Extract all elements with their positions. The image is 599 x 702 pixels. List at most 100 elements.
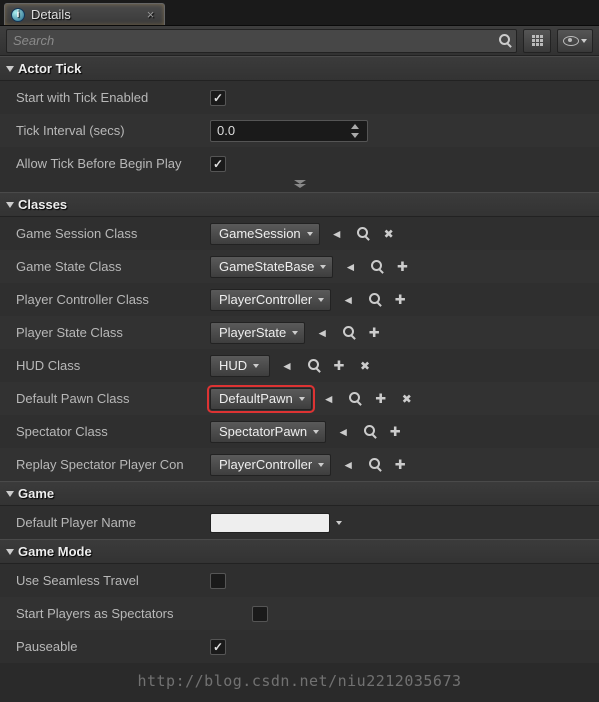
chevron-down-icon — [299, 397, 305, 401]
checkbox-allow-before-begin[interactable] — [210, 156, 226, 172]
section-header-classes[interactable]: Classes — [0, 192, 599, 217]
spinner-icon[interactable] — [351, 124, 361, 138]
row-hud: HUD Class HUD — [0, 349, 599, 382]
tab-bar: i Details × — [0, 0, 599, 26]
input-tick-interval[interactable]: 0.0 — [210, 120, 368, 142]
chevron-down-icon — [581, 39, 587, 43]
row-start-spectators: Start Players as Spectators — [0, 597, 599, 630]
reset-icon[interactable] — [334, 423, 352, 440]
section-header-actor-tick[interactable]: Actor Tick — [0, 56, 599, 81]
watermark: http://blog.csdn.net/niu2212035673 — [0, 672, 599, 690]
dropdown-player-controller[interactable]: PlayerController — [210, 289, 331, 311]
browse-icon[interactable] — [360, 423, 378, 440]
browse-icon[interactable] — [339, 324, 357, 341]
row-start-with-tick: Start with Tick Enabled — [0, 81, 599, 114]
text-dropdown-default-player-name[interactable] — [210, 513, 342, 533]
row-player-state: Player State Class PlayerState — [0, 316, 599, 349]
add-icon[interactable] — [372, 390, 390, 407]
clear-icon[interactable] — [398, 390, 416, 407]
reset-icon[interactable] — [320, 390, 338, 407]
clear-icon[interactable] — [356, 357, 374, 374]
section-body-actor-tick: Start with Tick Enabled Tick Interval (s… — [0, 81, 599, 192]
label: Pauseable — [0, 639, 208, 654]
chevron-down-icon — [313, 430, 319, 434]
collapse-icon — [6, 202, 14, 208]
expand-handle[interactable] — [0, 180, 599, 192]
reset-icon[interactable] — [339, 291, 357, 308]
view-options-button[interactable] — [557, 29, 593, 53]
reset-icon[interactable] — [313, 324, 331, 341]
matrix-view-button[interactable] — [523, 29, 551, 53]
search-input[interactable] — [13, 33, 499, 48]
eye-icon — [563, 36, 579, 46]
add-icon[interactable] — [393, 258, 411, 275]
section-body-game-mode: Use Seamless Travel Start Players as Spe… — [0, 564, 599, 663]
section-header-game[interactable]: Game — [0, 481, 599, 506]
input-default-player-name[interactable] — [210, 513, 330, 533]
chevron-down-icon — [292, 331, 298, 335]
value: HUD — [219, 358, 247, 373]
label: Default Pawn Class — [0, 391, 208, 406]
add-icon[interactable] — [391, 456, 409, 473]
section-title: Game — [18, 486, 54, 501]
value: DefaultPawn — [219, 391, 293, 406]
dropdown-hud[interactable]: HUD — [210, 355, 270, 377]
search-box[interactable] — [6, 29, 517, 53]
browse-icon[interactable] — [365, 291, 383, 308]
collapse-icon — [6, 549, 14, 555]
row-player-controller: Player Controller Class PlayerController — [0, 283, 599, 316]
chevron-down-icon[interactable] — [336, 521, 342, 525]
add-icon[interactable] — [391, 291, 409, 308]
browse-icon[interactable] — [354, 225, 372, 242]
grid-icon — [532, 35, 543, 46]
label: Use Seamless Travel — [0, 573, 208, 588]
close-icon[interactable]: × — [147, 7, 155, 22]
checkbox-start-with-tick[interactable] — [210, 90, 226, 106]
checkbox-pauseable[interactable] — [210, 639, 226, 655]
chevron-down-icon — [307, 232, 313, 236]
dropdown-replay-spectator[interactable]: PlayerController — [210, 454, 331, 476]
dropdown-game-session[interactable]: GameSession — [210, 223, 320, 245]
browse-icon[interactable] — [346, 390, 364, 407]
checkbox-seamless-travel[interactable] — [210, 573, 226, 589]
row-spectator: Spectator Class SpectatorPawn — [0, 415, 599, 448]
value: PlayerController — [219, 292, 312, 307]
add-icon[interactable] — [365, 324, 383, 341]
tab-details[interactable]: i Details × — [4, 3, 165, 25]
label: Allow Tick Before Begin Play — [0, 156, 208, 171]
reset-icon[interactable] — [341, 258, 359, 275]
value: GameStateBase — [219, 259, 314, 274]
browse-icon[interactable] — [367, 258, 385, 275]
label: HUD Class — [0, 358, 208, 373]
dropdown-default-pawn[interactable]: DefaultPawn — [210, 388, 312, 410]
browse-icon[interactable] — [304, 357, 322, 374]
add-icon[interactable] — [386, 423, 404, 440]
label: Tick Interval (secs) — [0, 123, 208, 138]
section-title: Actor Tick — [18, 61, 81, 76]
label: Replay Spectator Player Con — [0, 457, 208, 472]
clear-icon[interactable] — [380, 225, 398, 242]
label: Start Players as Spectators — [0, 606, 250, 621]
reset-icon[interactable] — [328, 225, 346, 242]
section-title: Game Mode — [18, 544, 92, 559]
checkbox-start-spectators[interactable] — [252, 606, 268, 622]
reset-icon[interactable] — [278, 357, 296, 374]
label: Start with Tick Enabled — [0, 90, 208, 105]
dropdown-spectator[interactable]: SpectatorPawn — [210, 421, 326, 443]
value: PlayerController — [219, 457, 312, 472]
tab-title: Details — [31, 7, 71, 22]
browse-icon[interactable] — [365, 456, 383, 473]
row-default-player-name: Default Player Name — [0, 506, 599, 539]
dropdown-player-state[interactable]: PlayerState — [210, 322, 305, 344]
reset-icon[interactable] — [339, 456, 357, 473]
section-body-game: Default Player Name — [0, 506, 599, 539]
search-icon[interactable] — [499, 32, 510, 49]
label: Game Session Class — [0, 226, 208, 241]
row-game-state: Game State Class GameStateBase — [0, 250, 599, 283]
dropdown-game-state[interactable]: GameStateBase — [210, 256, 333, 278]
section-header-game-mode[interactable]: Game Mode — [0, 539, 599, 564]
add-icon[interactable] — [330, 357, 348, 374]
row-pauseable: Pauseable — [0, 630, 599, 663]
label: Game State Class — [0, 259, 208, 274]
row-game-session: Game Session Class GameSession — [0, 217, 599, 250]
